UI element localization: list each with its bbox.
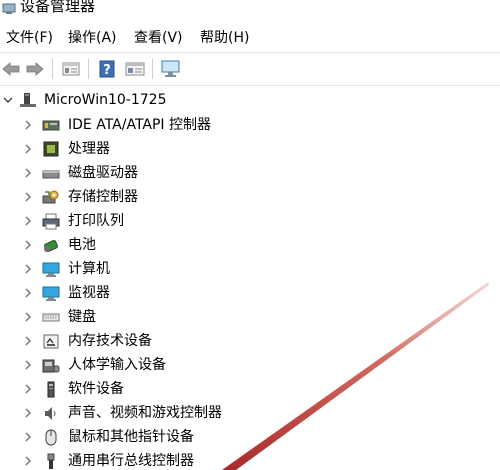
help-icon: ? bbox=[99, 60, 115, 78]
tree-item-label: 键盘 bbox=[68, 309, 96, 325]
tree-item-storage-controller[interactable]: 存储控制器 bbox=[0, 186, 500, 209]
scan-hardware-button[interactable] bbox=[160, 58, 182, 80]
chevron-right-icon[interactable] bbox=[23, 312, 33, 322]
menu-help[interactable]: 帮助(H) bbox=[198, 29, 251, 47]
tree-item-label: 通用串行总线控制器 bbox=[68, 453, 194, 469]
menu-view[interactable]: 查看(V) bbox=[132, 29, 185, 47]
properties-button[interactable] bbox=[60, 58, 82, 80]
tree-item-label: 处理器 bbox=[68, 141, 110, 157]
menu-action[interactable]: 操作(A) bbox=[66, 29, 119, 47]
help-button[interactable]: ? bbox=[96, 58, 118, 80]
tree-item-keyboard[interactable]: 键盘 bbox=[0, 306, 500, 329]
details-button[interactable] bbox=[124, 58, 146, 80]
title-bar: 设备管理器 bbox=[0, 0, 500, 20]
tree-item-label: 声音、视频和游戏控制器 bbox=[68, 405, 222, 421]
tree-item-label: 内存技术设备 bbox=[68, 333, 152, 349]
scan-monitor-icon bbox=[161, 60, 180, 77]
tree-item-label: 电池 bbox=[68, 237, 96, 253]
tree-item-label: 监视器 bbox=[68, 285, 110, 301]
tree-item-print-queue[interactable]: 打印队列 bbox=[0, 210, 500, 233]
tree-item-battery[interactable]: 电池 bbox=[0, 234, 500, 257]
tree-item-disk-drive[interactable]: 磁盘驱动器 bbox=[0, 162, 500, 185]
mouse-icon bbox=[42, 429, 60, 446]
tree-item-ide-controller[interactable]: IDE ATA/ATAPI 控制器 bbox=[0, 114, 500, 137]
processor-icon bbox=[42, 141, 60, 158]
chevron-right-icon[interactable] bbox=[23, 336, 33, 346]
chevron-right-icon[interactable] bbox=[23, 360, 33, 370]
speaker-icon bbox=[42, 405, 60, 422]
menu-file[interactable]: 文件(F) bbox=[4, 29, 55, 47]
window-title: 设备管理器 bbox=[20, 0, 96, 15]
back-arrow-icon bbox=[2, 62, 20, 76]
computer-icon bbox=[19, 92, 37, 109]
tree-item-label: 鼠标和其他指针设备 bbox=[68, 429, 194, 445]
tree-root-label: MicroWin10-1725 bbox=[44, 92, 167, 108]
toolbar-separator bbox=[88, 59, 89, 79]
tree-item-processor[interactable]: 处理器 bbox=[0, 138, 500, 161]
back-button[interactable] bbox=[0, 58, 22, 80]
chevron-right-icon[interactable] bbox=[23, 264, 33, 274]
chevron-down-icon[interactable] bbox=[3, 95, 13, 105]
chevron-right-icon[interactable] bbox=[23, 240, 33, 250]
menu-bar: 文件(F) 操作(A) 查看(V) 帮助(H) bbox=[0, 26, 500, 50]
chevron-right-icon[interactable] bbox=[23, 384, 33, 394]
printer-icon bbox=[42, 213, 60, 230]
toolbar-separator bbox=[152, 59, 153, 79]
device-manager-icon bbox=[2, 0, 16, 14]
tree-item-label: 计算机 bbox=[68, 261, 110, 277]
disk-drive-icon bbox=[42, 165, 60, 182]
tree-item-label: 人体学输入设备 bbox=[68, 357, 166, 373]
chevron-right-icon[interactable] bbox=[23, 120, 33, 130]
usb-icon bbox=[42, 453, 60, 470]
tree-item-sound-video-game[interactable]: 声音、视频和游戏控制器 bbox=[0, 402, 500, 425]
tree-item-label: 磁盘驱动器 bbox=[68, 165, 138, 181]
toolbar-separator bbox=[52, 59, 53, 79]
device-tree: MicroWin10-1725 IDE ATA/ATAPI 控制器 处理器 磁盘… bbox=[0, 88, 500, 470]
tree-item-label: 存储控制器 bbox=[68, 189, 138, 205]
svg-text:?: ? bbox=[103, 63, 111, 78]
tree-item-memory-technology[interactable]: 内存技术设备 bbox=[0, 330, 500, 353]
ide-controller-icon bbox=[42, 117, 60, 134]
chevron-right-icon[interactable] bbox=[23, 456, 33, 466]
chevron-right-icon[interactable] bbox=[23, 432, 33, 442]
tree-item-label: IDE ATA/ATAPI 控制器 bbox=[68, 117, 212, 133]
chevron-right-icon[interactable] bbox=[23, 408, 33, 418]
properties-icon bbox=[62, 62, 80, 76]
forward-arrow-icon bbox=[26, 62, 44, 76]
tree-item-mouse[interactable]: 鼠标和其他指针设备 bbox=[0, 426, 500, 449]
tree-item-label: 软件设备 bbox=[68, 381, 124, 397]
details-view-icon bbox=[125, 62, 145, 76]
forward-button[interactable] bbox=[24, 58, 46, 80]
tree-item-hid[interactable]: 人体学输入设备 bbox=[0, 354, 500, 377]
monitor-icon bbox=[42, 285, 60, 302]
keyboard-icon bbox=[42, 309, 60, 326]
memory-device-icon bbox=[42, 333, 60, 350]
tree-item-usb-controller[interactable]: 通用串行总线控制器 bbox=[0, 450, 500, 470]
chevron-right-icon[interactable] bbox=[23, 168, 33, 178]
tree-item-software-device[interactable]: 软件设备 bbox=[0, 378, 500, 401]
chevron-right-icon[interactable] bbox=[23, 144, 33, 154]
tree-item-monitor[interactable]: 监视器 bbox=[0, 282, 500, 305]
tree-item-label: 打印队列 bbox=[68, 213, 124, 229]
chevron-right-icon[interactable] bbox=[23, 192, 33, 202]
software-device-icon bbox=[42, 381, 60, 398]
toolbar: ? bbox=[0, 52, 500, 86]
tree-item-computer[interactable]: 计算机 bbox=[0, 258, 500, 281]
chevron-right-icon[interactable] bbox=[23, 288, 33, 298]
chevron-right-icon[interactable] bbox=[23, 216, 33, 226]
storage-controller-icon bbox=[42, 189, 60, 206]
battery-icon bbox=[42, 237, 60, 254]
tree-root[interactable]: MicroWin10-1725 bbox=[0, 89, 500, 112]
computer-monitor-icon bbox=[42, 261, 60, 278]
hid-icon bbox=[42, 357, 60, 374]
